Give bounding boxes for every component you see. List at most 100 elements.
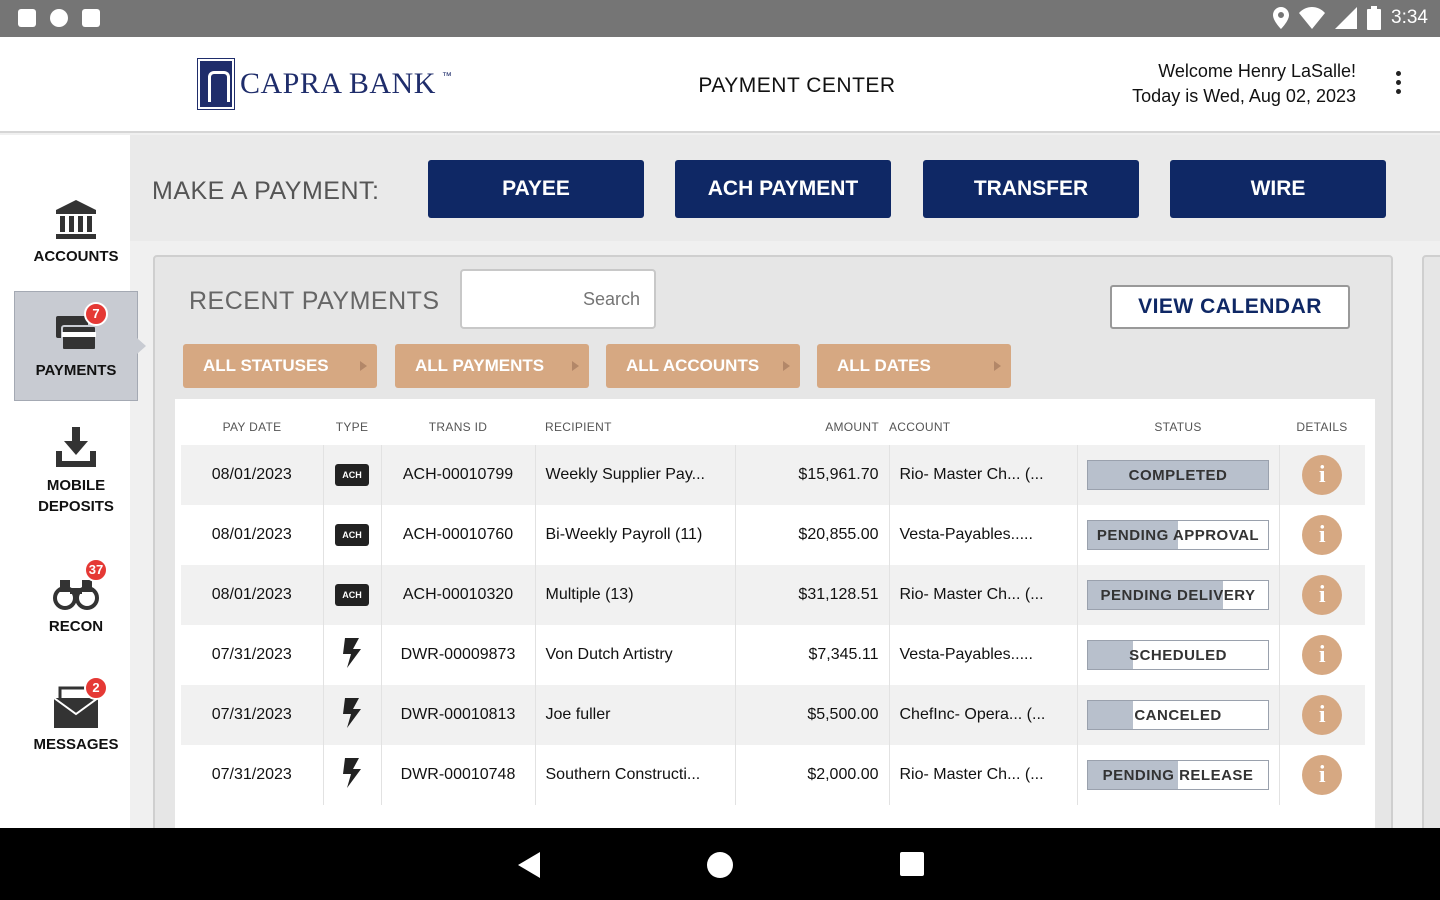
- cell-pay-date: 08/01/2023: [181, 445, 323, 505]
- info-icon[interactable]: i: [1302, 755, 1343, 795]
- status-badge: CANCELED: [1087, 700, 1269, 730]
- filter-accounts[interactable]: ALL ACCOUNTS: [606, 344, 800, 388]
- sidebar-nav: ACCOUNTS 7 PAYMENTS MOBILE DEPOSITS 37 R…: [0, 135, 146, 828]
- cell-pay-date: 07/31/2023: [181, 685, 323, 745]
- ach-payment-button[interactable]: ACH PAYMENT: [675, 160, 891, 218]
- col-trans-id[interactable]: TRANS ID: [381, 399, 535, 445]
- payee-button[interactable]: PAYEE: [428, 160, 644, 218]
- filter-label: ALL STATUSES: [203, 356, 329, 375]
- status-badge: SCHEDULED: [1087, 640, 1269, 670]
- cell-pay-date: 08/01/2023: [181, 565, 323, 625]
- filter-label: ALL DATES: [837, 356, 931, 375]
- info-icon[interactable]: i: [1302, 695, 1343, 735]
- cell-account: Rio- Master Ch... (...: [888, 565, 1077, 625]
- lightning-bolt-icon: [343, 697, 361, 728]
- info-icon[interactable]: i: [1302, 515, 1343, 555]
- cell-account: Rio- Master Ch... (...: [888, 745, 1077, 805]
- info-icon[interactable]: i: [1302, 455, 1343, 495]
- status-progress-fill: [1088, 641, 1133, 669]
- col-amount[interactable]: AMOUNT: [735, 399, 889, 445]
- sidebar-item-mobile-deposits[interactable]: MOBILE DEPOSITS: [14, 417, 138, 527]
- status-label: COMPLETED: [1128, 466, 1228, 484]
- lightning-bolt-icon: [343, 637, 361, 668]
- cell-recipient: Multiple (13): [534, 565, 735, 625]
- status-badge: PENDING APPROVAL: [1087, 520, 1269, 550]
- messages-badge: 2: [84, 675, 108, 700]
- cell-details: i: [1278, 685, 1365, 745]
- cell-amount: $5,500.00: [734, 685, 889, 745]
- sidebar-item-label: MOBILE: [46, 477, 106, 494]
- table-row[interactable]: 07/31/2023 DWR-00010748 Southern Construct…: [181, 745, 1365, 805]
- cell-details: i: [1278, 565, 1365, 625]
- wire-button[interactable]: WIRE: [1170, 160, 1386, 218]
- sidebar-item-recon[interactable]: 37 RECON: [14, 547, 138, 657]
- android-status-bar: 3:34: [0, 0, 1440, 37]
- filter-dates[interactable]: ALL DATES: [817, 344, 1011, 388]
- overflow-menu-icon[interactable]: [1394, 71, 1402, 94]
- sidebar-item-payments[interactable]: 7 PAYMENTS: [14, 291, 146, 401]
- status-badge: PENDING RELEASE: [1087, 760, 1269, 790]
- search-input[interactable]: [460, 269, 656, 329]
- status-label: CANCELED: [1134, 706, 1222, 724]
- today-date: Today is Wed, Aug 02, 2023: [1132, 86, 1356, 106]
- ach-type-icon: ACH: [335, 524, 369, 546]
- status-badge: PENDING DELIVERY: [1087, 580, 1269, 610]
- cell-details: i: [1278, 625, 1365, 685]
- filter-payments[interactable]: ALL PAYMENTS: [395, 344, 589, 388]
- cell-recipient: Joe fuller: [534, 685, 735, 745]
- chevron-right-icon: [783, 361, 790, 371]
- android-nav-bar: [0, 828, 1440, 900]
- table-body: 08/01/2023 ACH ACH-00010799 Weekly Supplier…: [181, 445, 1365, 805]
- home-icon[interactable]: [707, 852, 733, 878]
- filter-label: ALL PAYMENTS: [415, 356, 545, 375]
- cell-type: [322, 685, 381, 745]
- cell-amount: $31,128.51: [734, 565, 889, 625]
- sidebar-item-label: RECON: [48, 617, 104, 635]
- cell-details: i: [1278, 445, 1365, 505]
- transfer-button[interactable]: TRANSFER: [923, 160, 1139, 218]
- cell-account: Vesta-Payables.....: [888, 505, 1077, 565]
- cell-status: PENDING APPROVAL: [1076, 505, 1279, 565]
- cell-trans-id: DWR-00009873: [380, 625, 535, 685]
- table-row[interactable]: 07/31/2023 DWR-00009873 Von Dutch Artistry…: [181, 625, 1365, 685]
- payments-badge: 7: [84, 301, 108, 326]
- cell-trans-id: DWR-00010813: [380, 685, 535, 745]
- sidebar-item-label-2: DEPOSITS: [38, 498, 114, 515]
- cell-trans-id: ACH-00010799: [380, 445, 535, 505]
- status-progress-fill: [1088, 701, 1133, 729]
- cell-type: ACH: [322, 565, 381, 625]
- col-account[interactable]: ACCOUNT: [889, 399, 1077, 445]
- table-row[interactable]: 08/01/2023 ACH ACH-00010799 Weekly Supplier…: [181, 445, 1365, 505]
- recent-payments-panel: RECENT PAYMENTS VIEW CALENDAR ALL STATUS…: [153, 255, 1393, 835]
- info-icon[interactable]: i: [1302, 575, 1343, 615]
- filter-label: ALL ACCOUNTS: [626, 356, 760, 375]
- col-status[interactable]: STATUS: [1077, 399, 1279, 445]
- recents-icon[interactable]: [900, 852, 924, 876]
- sidebar-item-messages[interactable]: 2 MESSAGES: [14, 665, 138, 775]
- lightning-bolt-icon: [343, 757, 361, 788]
- table-row[interactable]: 08/01/2023 ACH ACH-00010760 Bi-Weekly Payro…: [181, 505, 1365, 565]
- col-recipient[interactable]: RECIPIENT: [535, 399, 735, 445]
- cell-status: COMPLETED: [1076, 445, 1279, 505]
- cell-type: ACH: [322, 445, 381, 505]
- status-label: PENDING RELEASE: [1102, 766, 1254, 784]
- view-calendar-button[interactable]: VIEW CALENDAR: [1110, 285, 1350, 329]
- info-icon[interactable]: i: [1302, 635, 1343, 675]
- table-row[interactable]: 07/31/2023 DWR-00010813 Joe fuller $5,500.0…: [181, 685, 1365, 745]
- cell-status: CANCELED: [1076, 685, 1279, 745]
- table-row[interactable]: 08/01/2023 ACH ACH-00010320 Multiple (13) $3…: [181, 565, 1365, 625]
- col-type[interactable]: TYPE: [323, 399, 381, 445]
- col-pay-date[interactable]: PAY DATE: [181, 399, 323, 445]
- back-icon[interactable]: [518, 852, 542, 878]
- cell-amount: $20,855.00: [734, 505, 889, 565]
- payments-table-container[interactable]: PAY DATE TYPE TRANS ID RECIPIENT AMOUNT …: [175, 399, 1375, 833]
- status-badge: COMPLETED: [1087, 460, 1269, 490]
- sidebar-item-accounts[interactable]: ACCOUNTS: [14, 177, 138, 287]
- envelope-icon: 2: [52, 675, 108, 730]
- cell-status: PENDING RELEASE: [1076, 745, 1279, 805]
- chevron-right-icon: [572, 361, 579, 371]
- cell-recipient: Von Dutch Artistry: [534, 625, 735, 685]
- col-details: DETAILS: [1296, 420, 1348, 434]
- cell-account: Vesta-Payables.....: [888, 625, 1077, 685]
- filter-statuses[interactable]: ALL STATUSES: [183, 344, 377, 388]
